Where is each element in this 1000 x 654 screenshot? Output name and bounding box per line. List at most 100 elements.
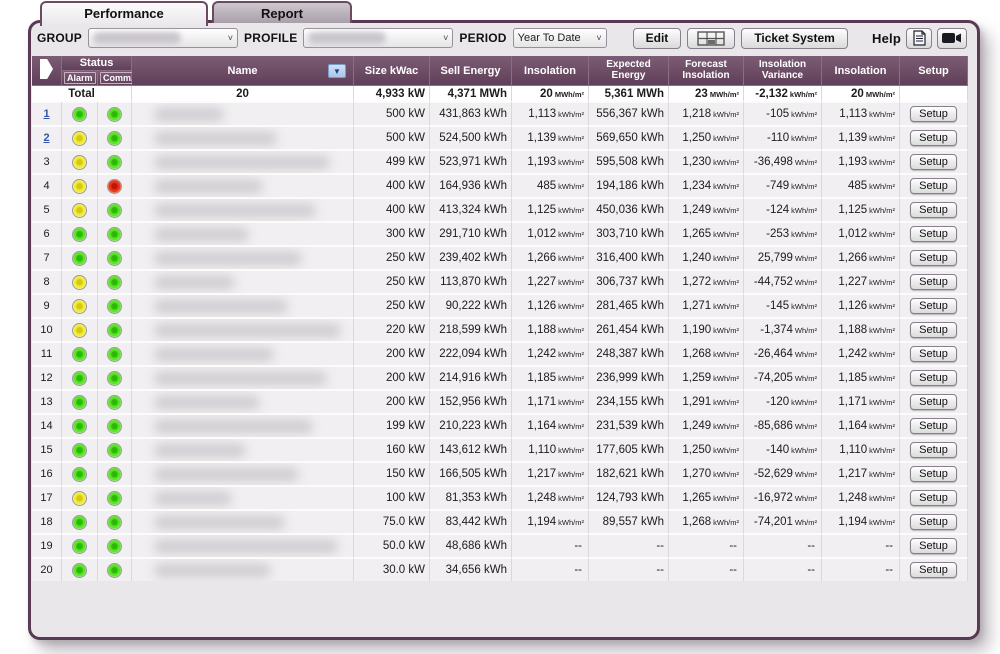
setup-button[interactable]: Setup	[910, 562, 957, 578]
expected-energy-cell: --	[589, 557, 669, 581]
expected-energy-cell: 177,605 kWh	[589, 437, 669, 461]
site-name-redacted	[154, 107, 224, 122]
insolation2-cell: 485kWh/m²	[822, 173, 900, 197]
insolation2-cell: 1,227kWh/m²	[822, 269, 900, 293]
row-number-cell: 12	[32, 365, 62, 389]
expected-energy-cell: 556,367 kWh	[589, 101, 669, 125]
setup-button[interactable]: Setup	[910, 250, 957, 266]
setup-button[interactable]: Setup	[910, 370, 957, 386]
setup-button[interactable]: Setup	[910, 442, 957, 458]
edit-button[interactable]: Edit	[633, 28, 682, 49]
profile-value-redacted	[308, 32, 386, 44]
period-select[interactable]: Year To Date ˅	[513, 28, 607, 48]
group-value-redacted	[93, 32, 181, 44]
setup-button[interactable]: Setup	[910, 154, 957, 170]
setup-button[interactable]: Setup	[910, 202, 957, 218]
insolation-variance-cell: -124kWh/m²	[744, 197, 822, 221]
expected-energy-cell: 261,454 kWh	[589, 317, 669, 341]
size-cell: 400 kW	[354, 197, 430, 221]
comm-cell	[98, 293, 132, 317]
insolation-variance-cell: -44,752Wh/m²	[744, 269, 822, 293]
alarm-cell	[62, 557, 98, 581]
sell-energy-cell: 81,353 kWh	[430, 485, 512, 509]
alarm-status-light	[72, 371, 87, 386]
setup-header: Setup	[900, 56, 968, 86]
alarm-cell	[62, 365, 98, 389]
alarm-cell	[62, 173, 98, 197]
name-cell	[132, 437, 354, 461]
setup-button[interactable]: Setup	[910, 274, 957, 290]
alarm-cell	[62, 197, 98, 221]
insolation-variance-cell: -36,498Wh/m²	[744, 149, 822, 173]
table-row: 2 500 kW 524,500 kWh 1,139kWh/m² 569,650…	[32, 125, 968, 149]
comm-status-light	[107, 275, 122, 290]
insolation-cell: 1,188kWh/m²	[512, 317, 589, 341]
alarm-status-light	[72, 515, 87, 530]
row-number[interactable]: 1	[43, 108, 49, 120]
setup-button[interactable]: Setup	[910, 466, 957, 482]
row-number[interactable]: 2	[43, 132, 49, 144]
insolation-variance-cell: -52,629Wh/m²	[744, 461, 822, 485]
expected-energy-cell: 234,155 kWh	[589, 389, 669, 413]
setup-button[interactable]: Setup	[910, 130, 957, 146]
tab-performance[interactable]: Performance	[40, 1, 208, 26]
forecast-insolation-cell: --	[669, 533, 744, 557]
alarm-status-light	[72, 203, 87, 218]
insolation2-cell: 1,171kWh/m²	[822, 389, 900, 413]
forecast-insolation-cell: 1,270kWh/m²	[669, 461, 744, 485]
alarm-cell	[62, 461, 98, 485]
row-number: 6	[43, 228, 49, 240]
sell-energy-cell: 413,324 kWh	[430, 197, 512, 221]
comm-cell	[98, 389, 132, 413]
group-select[interactable]: ˅	[88, 28, 238, 48]
alarm-status-light	[72, 299, 87, 314]
setup-button[interactable]: Setup	[910, 106, 957, 122]
site-name-redacted	[154, 227, 249, 242]
alarm-cell	[62, 245, 98, 269]
video-tutorial-button[interactable]	[937, 28, 967, 49]
total-count: 20	[132, 86, 354, 101]
setup-button[interactable]: Setup	[910, 514, 957, 530]
table-row: 8 250 kW 113,870 kWh 1,227kWh/m² 306,737…	[32, 269, 968, 293]
setup-button[interactable]: Setup	[910, 298, 957, 314]
layout-grid-icon-button[interactable]	[687, 28, 735, 49]
expected-energy-cell: 569,650 kWh	[589, 125, 669, 149]
tab-report[interactable]: Report	[212, 1, 352, 23]
setup-button[interactable]: Setup	[910, 346, 957, 362]
profile-select[interactable]: ˅	[303, 28, 453, 48]
alarm-cell	[62, 533, 98, 557]
setup-button[interactable]: Setup	[910, 394, 957, 410]
sell-energy-cell: 143,612 kWh	[430, 437, 512, 461]
ticket-system-button[interactable]: Ticket System	[741, 28, 848, 49]
alarm-status-light	[72, 419, 87, 434]
setup-button[interactable]: Setup	[910, 178, 957, 194]
table-row: 15 160 kW 143,612 kWh 1,110kWh/m² 177,60…	[32, 437, 968, 461]
setup-button[interactable]: Setup	[910, 226, 957, 242]
insolation-variance-cell: -1,374Wh/m²	[744, 317, 822, 341]
forecast-insolation-cell: 1,234kWh/m²	[669, 173, 744, 197]
comm-status-light	[107, 323, 122, 338]
forecast-insolation-cell: 1,259kWh/m²	[669, 365, 744, 389]
site-name-redacted	[154, 371, 327, 386]
name-sort-dropdown[interactable]: ▼	[328, 64, 346, 78]
name-cell	[132, 293, 354, 317]
comm-status-light	[107, 155, 122, 170]
size-cell: 500 kW	[354, 125, 430, 149]
comm-cell	[98, 101, 132, 125]
insolation-variance-cell: -120kWh/m²	[744, 389, 822, 413]
sell-energy-cell: 523,971 kWh	[430, 149, 512, 173]
insolation-variance-cell: -74,201Wh/m²	[744, 509, 822, 533]
setup-button[interactable]: Setup	[910, 538, 957, 554]
expected-energy-cell: 248,387 kWh	[589, 341, 669, 365]
expected-energy-cell: 182,621 kWh	[589, 461, 669, 485]
setup-button[interactable]: Setup	[910, 322, 957, 338]
name-cell	[132, 509, 354, 533]
comm-cell	[98, 365, 132, 389]
comm-status-light	[107, 491, 122, 506]
help-document-button[interactable]	[906, 28, 932, 49]
forecast-insolation-cell: 1,250kWh/m²	[669, 437, 744, 461]
setup-cell: Setup	[900, 293, 968, 317]
setup-button[interactable]: Setup	[910, 418, 957, 434]
setup-button[interactable]: Setup	[910, 490, 957, 506]
insolation-variance-cell: -145kWh/m²	[744, 293, 822, 317]
